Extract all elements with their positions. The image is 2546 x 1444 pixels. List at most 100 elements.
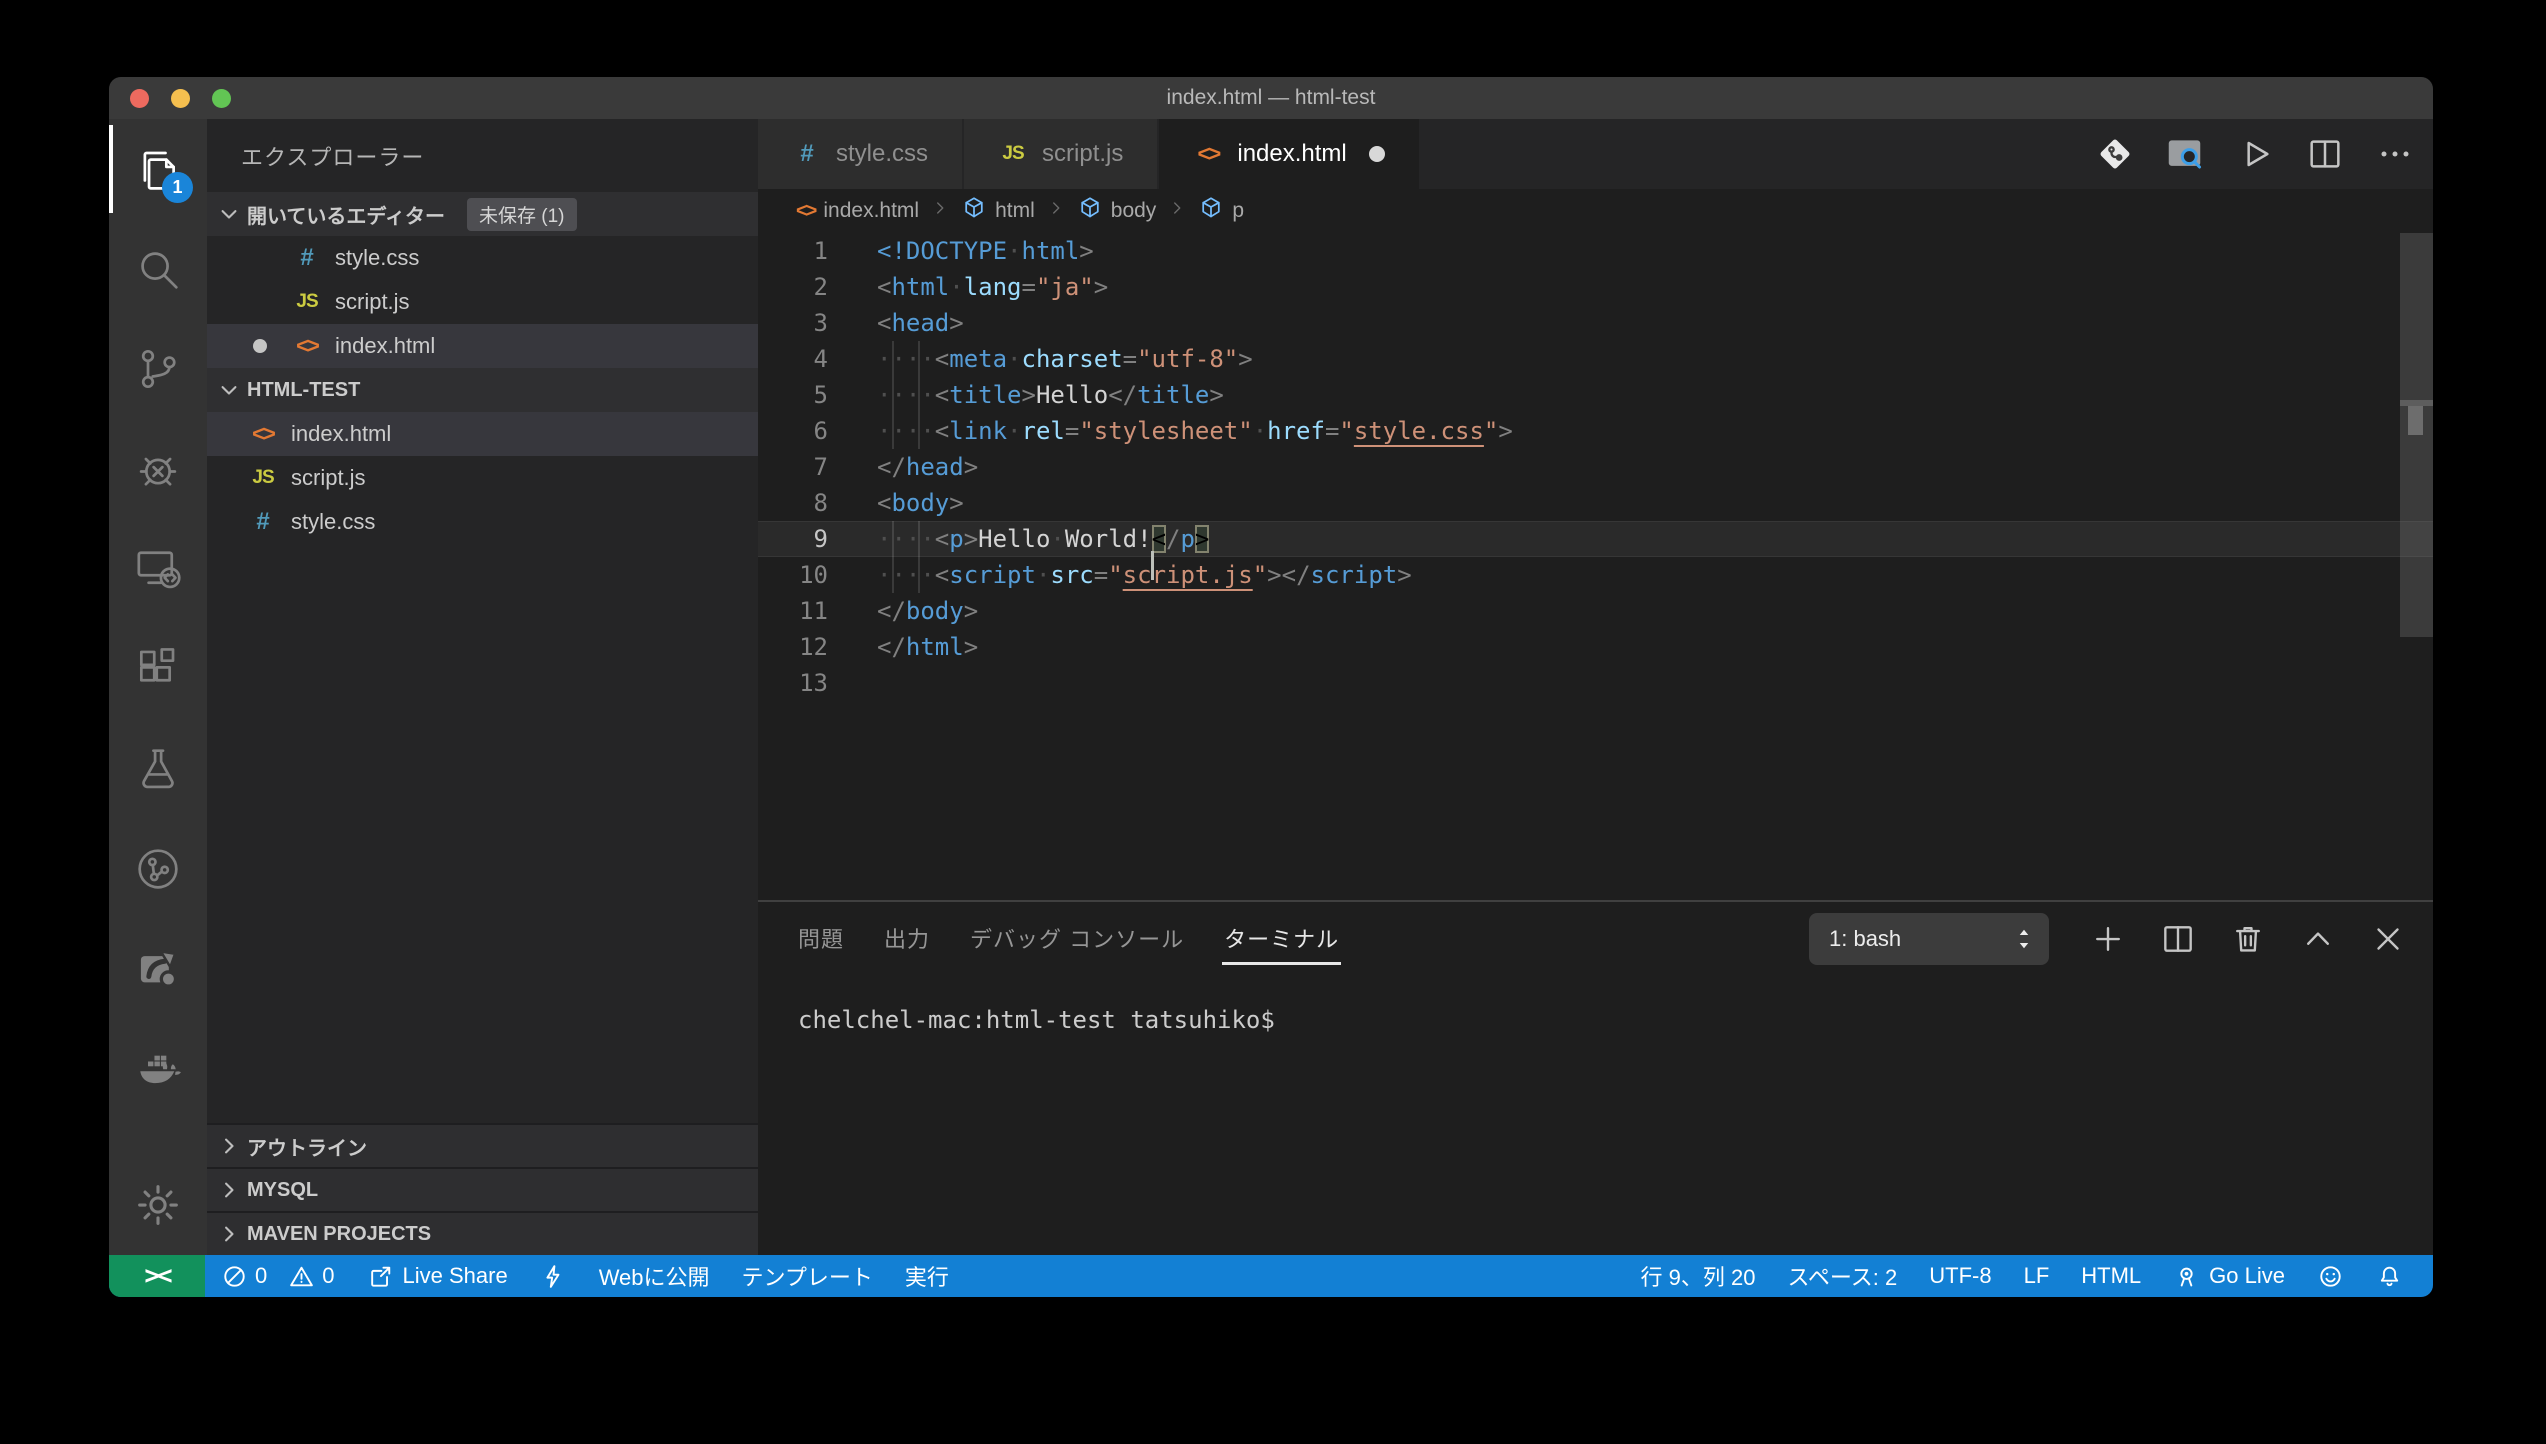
status-go-live[interactable]: Go Live	[2157, 1255, 2301, 1297]
activity-extensions-button[interactable]	[109, 619, 207, 719]
panel-tab-問題[interactable]: 問題	[796, 914, 846, 965]
status-template[interactable]: テンプレート	[726, 1255, 889, 1297]
status-problems[interactable]: 00	[205, 1255, 351, 1297]
activity-explorer-button[interactable]: 1	[109, 119, 207, 219]
dirty-dot	[1369, 146, 1385, 162]
status-eol[interactable]: LF	[2008, 1255, 2066, 1297]
split-editor-button[interactable]	[2305, 134, 2345, 174]
code-line-13[interactable]: 13	[758, 665, 2433, 701]
open-editor-script.js[interactable]: JSscript.js	[207, 280, 758, 324]
code-line-6[interactable]: 6····<link·rel="stylesheet"·href="style.…	[758, 413, 2433, 449]
html-file-icon: <>	[1193, 141, 1223, 167]
extensions-icon	[133, 644, 183, 694]
activity-docker-button[interactable]	[109, 1019, 207, 1119]
chevron-right-icon	[215, 1132, 243, 1160]
activity-publisher-button[interactable]	[109, 919, 207, 1019]
updown-icon	[2009, 924, 2039, 954]
line-number: 2	[758, 269, 838, 305]
status-right: 行 9、列 20スペース: 2UTF-8LFHTMLGo Live	[1625, 1255, 2434, 1297]
status-encoding[interactable]: UTF-8	[1913, 1255, 2007, 1297]
code-line-4[interactable]: 4····<meta·charset="utf-8">	[758, 341, 2433, 377]
code-editor[interactable]: 1<!DOCTYPE·html>2<html·lang="ja">3<head>…	[758, 233, 2433, 900]
open-preview-button[interactable]	[2165, 134, 2205, 174]
zoom-window-button[interactable]	[212, 89, 231, 108]
code-line-5[interactable]: 5····<title>Hello</title>	[758, 377, 2433, 413]
open-editor-style.css[interactable]: #style.css	[207, 236, 758, 280]
panel-tab-ターミナル[interactable]: ターミナル	[1222, 914, 1341, 965]
open-editor-index.html[interactable]: <>index.html	[207, 324, 758, 368]
panel-trash-button[interactable]	[2229, 920, 2267, 958]
tab-style.css[interactable]: #style.css	[758, 119, 964, 189]
code-line-11[interactable]: 11</body>	[758, 593, 2433, 629]
section-MAVEN PROJECTS[interactable]: MAVEN PROJECTS	[207, 1211, 758, 1255]
more-actions-button[interactable]	[2375, 134, 2415, 174]
activity-remote-explorer-button[interactable]	[109, 519, 207, 619]
status-cursor-position[interactable]: 行 9、列 20	[1625, 1255, 1772, 1297]
chevron-down-icon	[215, 376, 243, 404]
line-number: 3	[758, 305, 838, 341]
code-line-2[interactable]: 2<html·lang="ja">	[758, 269, 2433, 305]
status-indentation[interactable]: スペース: 2	[1771, 1255, 1913, 1297]
code-line-1[interactable]: 1<!DOCTYPE·html>	[758, 233, 2433, 269]
status-web-publish[interactable]: Webに公開	[583, 1255, 726, 1297]
activity-project-manager-button[interactable]	[109, 819, 207, 919]
breadcrumb-item-index.html[interactable]: <>index.html	[796, 199, 919, 223]
terminal-shell-select[interactable]: 1: bash	[1809, 913, 2049, 965]
section-アウトライン[interactable]: アウトライン	[207, 1123, 758, 1167]
tab-index.html[interactable]: <>index.html	[1159, 119, 1420, 189]
activity-testing-button[interactable]	[109, 719, 207, 819]
tree-item-index.html[interactable]: <>index.html	[207, 412, 758, 456]
panel-split-editor-button[interactable]	[2159, 920, 2197, 958]
status-feedback[interactable]	[2301, 1255, 2360, 1297]
git-diamond-button[interactable]	[2095, 134, 2135, 174]
panel-close-button[interactable]	[2369, 920, 2407, 958]
panel-tab-デバッグ コンソール[interactable]: デバッグ コンソール	[968, 914, 1186, 965]
status-live-share[interactable]: Live Share	[351, 1255, 524, 1297]
close-window-button[interactable]	[130, 89, 149, 108]
circle-branch-icon	[133, 844, 183, 894]
line-number: 10	[758, 557, 838, 593]
code-line-9[interactable]: 9····<p>Hello·World!</p>	[758, 521, 2433, 557]
breadcrumb-item-p[interactable]: p	[1198, 195, 1244, 227]
minimize-window-button[interactable]	[171, 89, 190, 108]
remote-indicator[interactable]: ><	[109, 1255, 205, 1297]
tree-item-script.js[interactable]: JSscript.js	[207, 456, 758, 500]
code-line-7[interactable]: 7</head>	[758, 449, 2433, 485]
panel-chevron-up-button[interactable]	[2299, 920, 2337, 958]
breadcrumb-item-html[interactable]: html	[961, 195, 1035, 227]
title-bar[interactable]: index.html — html-test	[109, 77, 2433, 119]
status-language-mode[interactable]: HTML	[2065, 1255, 2157, 1297]
status-lightning[interactable]	[524, 1255, 583, 1297]
code-line-10[interactable]: 10····<script·src="script.js"></script>	[758, 557, 2433, 593]
status-run-task[interactable]: 実行	[889, 1255, 965, 1297]
tab-script.js[interactable]: JSscript.js	[964, 119, 1159, 189]
status-notifications[interactable]	[2360, 1255, 2419, 1297]
breadcrumb-separator	[929, 197, 951, 225]
activity-search-button[interactable]	[109, 219, 207, 319]
js-file-icon: JS	[247, 467, 279, 489]
folder-section-header[interactable]: HTML-TEST	[207, 368, 758, 412]
run-button[interactable]	[2235, 134, 2275, 174]
activity-debug-button[interactable]	[109, 419, 207, 519]
overview-ruler[interactable]	[2400, 233, 2433, 900]
open-editors-header[interactable]: 開いているエディター未保存 (1)	[207, 192, 758, 236]
tree-item-style.css[interactable]: #style.css	[207, 500, 758, 544]
editor-area: #style.cssJSscript.js<>index.html <>inde…	[758, 119, 2433, 1255]
breadcrumb-item-body[interactable]: body	[1077, 195, 1157, 227]
code-line-3[interactable]: 3<head>	[758, 305, 2433, 341]
activity-settings-button[interactable]	[109, 1155, 207, 1255]
symbol-cube-icon	[961, 195, 987, 227]
split-editor-icon	[2305, 134, 2345, 174]
code-line-12[interactable]: 12</html>	[758, 629, 2433, 665]
terminal-output[interactable]: chelchel-mac:html-test tatsuhiko$	[758, 976, 2433, 1038]
activity-source-control-button[interactable]	[109, 319, 207, 419]
chevron-right-icon	[1045, 197, 1067, 219]
code-line-8[interactable]: 8<body>	[758, 485, 2433, 521]
scrollbar-slider[interactable]	[2400, 233, 2433, 637]
panel-tab-出力[interactable]: 出力	[882, 914, 932, 965]
panel-plus-button[interactable]	[2089, 920, 2127, 958]
line-number: 5	[758, 377, 838, 413]
section-MYSQL[interactable]: MYSQL	[207, 1167, 758, 1211]
split-editor-icon	[2159, 920, 2197, 958]
status-left: 00Live Share Webに公開テンプレート実行	[205, 1255, 965, 1297]
